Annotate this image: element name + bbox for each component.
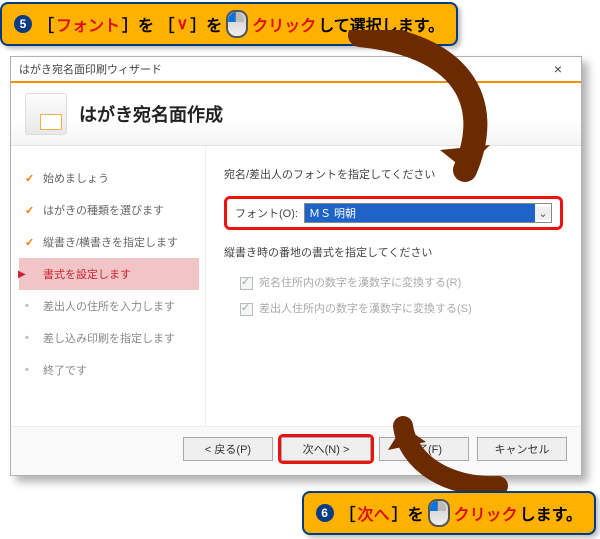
step-label: 縦書き/横書きを指定します (43, 234, 178, 250)
step-mailmerge[interactable]: •差し込み印刷を指定します (19, 322, 199, 354)
step-orientation[interactable]: ✓縦書き/横書きを指定します (19, 226, 199, 258)
option-recipient-kanji: 宛名住所内の数字を漢数字に変換する(R) (240, 274, 563, 290)
mouse-left-click-icon (428, 499, 450, 527)
number-format-label: 縦書き時の番地の書式を指定してください (224, 244, 563, 260)
font-combo-label: フォント(O): (235, 205, 298, 221)
cancel-button[interactable]: キャンセル (477, 437, 567, 461)
font-combobox[interactable]: ＭＳ 明朝 ⌄ (304, 203, 552, 223)
font-row-highlight: フォント(O): ＭＳ 明朝 ⌄ (224, 196, 563, 230)
step-sender[interactable]: •差出人の住所を入力します (19, 290, 199, 322)
option-label: 宛名住所内の数字を漢数字に変換する(R) (259, 277, 461, 289)
t: して選択します。 (318, 12, 444, 36)
t: ［ (340, 501, 356, 525)
back-button[interactable]: < 戻る(P) (183, 437, 273, 461)
t: します。 (520, 501, 582, 525)
chevron-down-icon[interactable]: ⌄ (535, 207, 551, 220)
step-label: 書式を設定します (43, 266, 131, 282)
t: ］を (392, 501, 424, 525)
step-list: ✓始めましょう ✓はがきの種類を選びます ✓縦書き/横書きを指定します ✓書式を… (11, 146, 206, 426)
font-selected-value: ＭＳ 明朝 (305, 204, 535, 222)
step-format[interactable]: ✓書式を設定します (19, 258, 199, 290)
next-keyword: 次へ (358, 501, 390, 525)
step-type[interactable]: ✓はがきの種類を選びます (19, 194, 199, 226)
step-label: 始めましょう (43, 170, 109, 186)
t: ］を (190, 12, 222, 36)
content-pane: 宛名/差出人のフォントを指定してください フォント(O): ＭＳ 明朝 ⌄ 縦書… (206, 146, 581, 426)
click-keyword: クリック (454, 501, 518, 525)
option-sender-kanji: 差出人住所内の数字を漢数字に変換する(S) (240, 300, 563, 316)
next-button[interactable]: 次へ(N) > (281, 437, 371, 461)
wizard-header: はがき宛名面作成 (11, 83, 581, 146)
instruction-step-5: 5 ［ フォント ］を ［ ∨ ］を クリック して選択します。 (0, 2, 458, 46)
wizard-window: はがき宛名面印刷ウィザード × はがき宛名面作成 ✓始めましょう ✓はがきの種類… (10, 56, 582, 476)
step-label: 差出人の住所を入力します (43, 298, 175, 314)
font-keyword: フォント (56, 12, 120, 36)
close-button[interactable]: × (543, 61, 573, 77)
font-section-label: 宛名/差出人のフォントを指定してください (224, 166, 563, 182)
checkbox-icon (240, 277, 253, 290)
window-title: はがき宛名面印刷ウィザード (19, 61, 162, 77)
checkbox-icon (240, 303, 253, 316)
wizard-footer: < 戻る(P) 次へ(N) > 完了(F) キャンセル (11, 426, 581, 475)
postcard-icon (25, 93, 67, 135)
t: ［ (38, 12, 54, 36)
step-number-badge: 5 (14, 15, 32, 33)
finish-button[interactable]: 完了(F) (379, 437, 469, 461)
titlebar: はがき宛名面印刷ウィザード × (11, 57, 581, 81)
step-label: はがきの種類を選びます (43, 202, 164, 218)
dropdown-arrow-keyword: ∨ (176, 14, 188, 34)
step-number-badge: 6 (316, 504, 334, 522)
instruction-step-6: 6 ［ 次へ ］を クリック します。 (302, 491, 596, 535)
step-finish[interactable]: •終了です (19, 354, 199, 386)
step-label: 終了です (43, 362, 87, 378)
click-keyword: クリック (252, 12, 316, 36)
mouse-left-click-icon (226, 10, 248, 38)
t: ］を ［ (122, 12, 174, 36)
step-start[interactable]: ✓始めましょう (19, 162, 199, 194)
page-title: はがき宛名面作成 (79, 101, 223, 127)
step-label: 差し込み印刷を指定します (43, 330, 175, 346)
option-label: 差出人住所内の数字を漢数字に変換する(S) (259, 303, 472, 315)
